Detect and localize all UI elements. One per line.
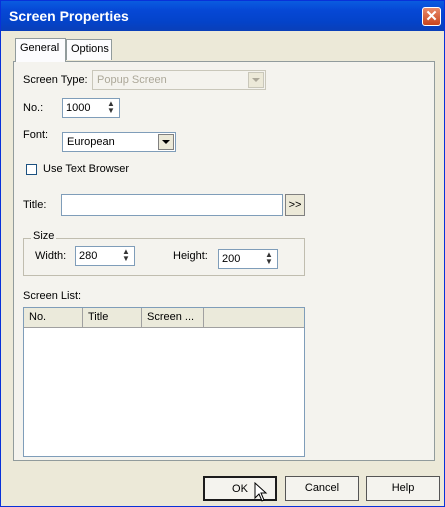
screen-list-label: Screen List:	[23, 290, 82, 302]
size-group-title: Size	[31, 230, 57, 242]
mouse-pointer-icon	[254, 482, 268, 502]
spinner-arrows-icon[interactable]: ▲ ▼	[104, 100, 118, 116]
font-label: Font:	[23, 129, 49, 141]
tab-general[interactable]: General	[15, 38, 66, 62]
spinner-arrows-icon[interactable]: ▲ ▼	[119, 248, 133, 264]
title-bar[interactable]: Screen Properties ✕	[1, 1, 444, 31]
column-header-title[interactable]: Title	[83, 308, 142, 327]
chevron-down-icon[interactable]	[158, 134, 174, 150]
width-label: Width:	[35, 250, 67, 262]
screen-properties-dialog: Screen Properties ✕ General Options Scre…	[0, 0, 445, 507]
screen-type-combo: Popup Screen	[92, 70, 266, 90]
column-header-no[interactable]: No.	[24, 308, 83, 327]
close-icon: ✕	[425, 8, 438, 25]
screen-list[interactable]: No. Title Screen ...	[23, 307, 305, 457]
help-button[interactable]: Help	[366, 476, 440, 501]
chevron-down-icon	[248, 72, 264, 88]
width-spinner[interactable]: 280 ▲ ▼	[75, 246, 135, 266]
font-combo[interactable]: European	[62, 132, 176, 152]
close-button[interactable]: ✕	[422, 7, 441, 26]
height-spinner[interactable]: 200 ▲ ▼	[218, 249, 278, 269]
column-header-screen[interactable]: Screen ...	[142, 308, 204, 327]
cancel-button[interactable]: Cancel	[285, 476, 359, 501]
title-browse-button[interactable]: >>	[285, 194, 305, 216]
dialog-title: Screen Properties	[9, 8, 129, 24]
height-label: Height:	[173, 250, 208, 262]
title-input[interactable]	[61, 194, 283, 216]
tab-options[interactable]: Options	[66, 39, 112, 60]
use-text-browser-label: Use Text Browser	[43, 163, 129, 175]
spinner-arrows-icon[interactable]: ▲ ▼	[262, 251, 276, 267]
no-spinner[interactable]: 1000 ▲ ▼	[62, 98, 120, 118]
use-text-browser-checkbox[interactable]	[26, 164, 37, 175]
title-label: Title:	[23, 199, 47, 211]
screen-type-label: Screen Type:	[23, 74, 88, 86]
no-label: No.:	[23, 102, 44, 114]
screen-list-header: No. Title Screen ...	[24, 308, 304, 328]
